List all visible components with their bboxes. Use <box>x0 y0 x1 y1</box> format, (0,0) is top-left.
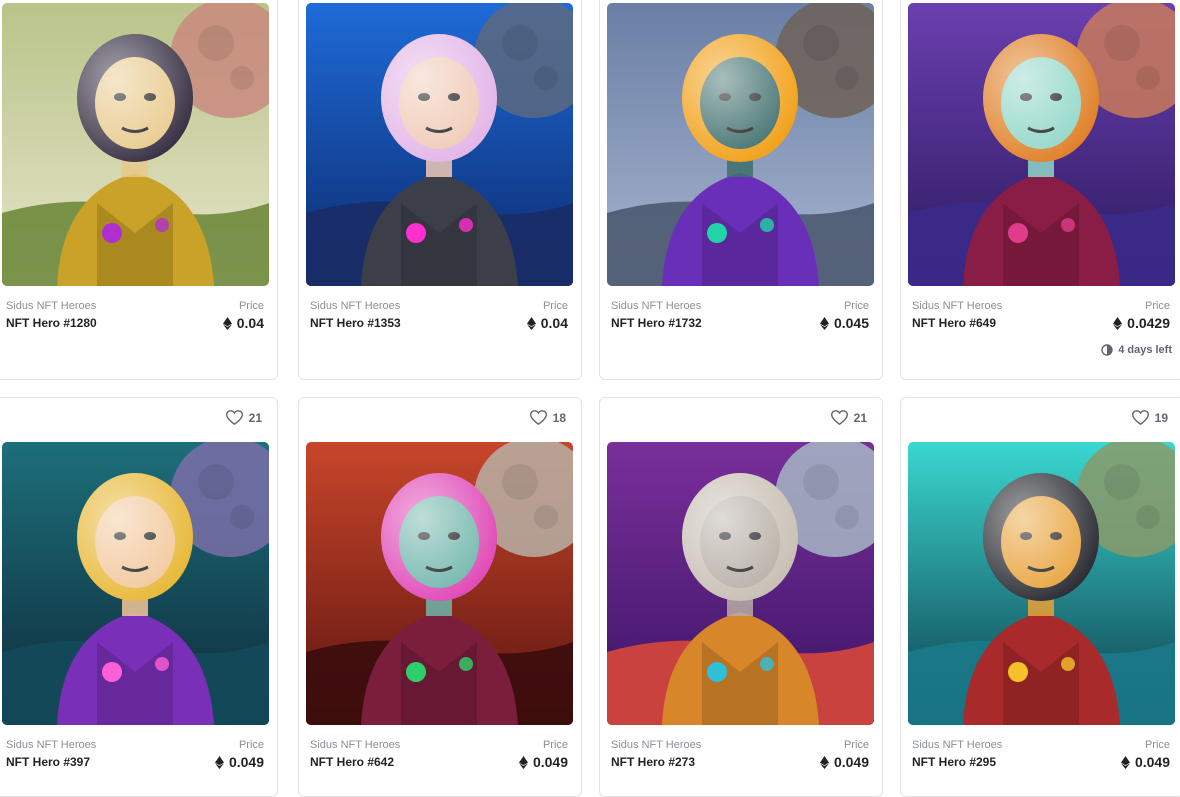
nft-card[interactable]: 18 Sidus NFT Heroes NFT Hero #642 Price … <box>298 397 582 797</box>
price-value: 0.049 <box>1120 754 1170 770</box>
price-amount: 0.049 <box>833 754 869 770</box>
price-amount: 0.04 <box>540 315 568 331</box>
collection-name: Sidus NFT Heroes <box>6 300 97 312</box>
nft-artwork[interactable] <box>2 3 269 286</box>
nft-name[interactable]: NFT Hero #295 <box>912 755 996 769</box>
nft-card[interactable]: Sidus NFT Heroes NFT Hero #1353 Price 0.… <box>298 0 582 380</box>
like-button[interactable]: 21 <box>225 410 262 425</box>
clock-icon <box>1101 344 1113 356</box>
like-button[interactable]: 21 <box>830 410 867 425</box>
ethereum-icon <box>526 316 536 330</box>
ethereum-icon <box>819 755 829 769</box>
collection-name: Sidus NFT Heroes <box>6 739 97 751</box>
nft-artwork[interactable] <box>908 442 1175 725</box>
nft-name[interactable]: NFT Hero #1732 <box>611 316 702 330</box>
nft-card[interactable]: Sidus NFT Heroes NFT Hero #1280 Price 0.… <box>0 0 278 380</box>
nft-name[interactable]: NFT Hero #649 <box>912 316 996 330</box>
price-value: 0.049 <box>214 754 264 770</box>
nft-card-meta: Sidus NFT Heroes NFT Hero #1353 Price 0.… <box>299 300 581 340</box>
price-label: Price <box>542 739 568 751</box>
price-amount: 0.04 <box>236 315 264 331</box>
price-amount: 0.049 <box>1134 754 1170 770</box>
nft-name[interactable]: NFT Hero #273 <box>611 755 695 769</box>
like-count: 19 <box>1154 410 1168 425</box>
auction-time-left: 4 days left <box>1101 344 1172 356</box>
price-value: 0.049 <box>518 754 568 770</box>
collection-name: Sidus NFT Heroes <box>912 739 1003 751</box>
nft-card[interactable]: 19 Sidus NFT Heroes NFT Hero #295 Price … <box>900 397 1180 797</box>
collection-name: Sidus NFT Heroes <box>310 300 401 312</box>
like-count: 21 <box>248 410 262 425</box>
heart-icon <box>1131 410 1149 425</box>
nft-card[interactable]: Sidus NFT Heroes NFT Hero #1732 Price 0.… <box>599 0 883 380</box>
nft-artwork[interactable] <box>306 3 573 286</box>
heart-icon <box>225 410 243 425</box>
nft-artwork[interactable] <box>2 442 269 725</box>
price-value: 0.04 <box>222 315 264 331</box>
price-value: 0.04 <box>526 315 568 331</box>
price-amount: 0.0429 <box>1127 315 1170 331</box>
ethereum-icon <box>1120 755 1130 769</box>
nft-artwork[interactable] <box>306 442 573 725</box>
ethereum-icon <box>1113 316 1123 330</box>
nft-name[interactable]: NFT Hero #642 <box>310 755 394 769</box>
nft-card-meta: Sidus NFT Heroes NFT Hero #273 Price 0.0… <box>600 739 882 779</box>
ethereum-icon <box>518 755 528 769</box>
nft-artwork[interactable] <box>908 3 1175 286</box>
price-label: Price <box>238 739 264 751</box>
price-label: Price <box>843 300 869 312</box>
like-count: 18 <box>552 410 566 425</box>
price-label: Price <box>1144 739 1170 751</box>
price-value: 0.045 <box>819 315 869 331</box>
nft-name[interactable]: NFT Hero #1353 <box>310 316 401 330</box>
nft-card-meta: Sidus NFT Heroes NFT Hero #642 Price 0.0… <box>299 739 581 779</box>
price-label: Price <box>542 300 568 312</box>
price-label: Price <box>1144 300 1170 312</box>
price-value: 0.0429 <box>1113 315 1170 331</box>
collection-name: Sidus NFT Heroes <box>310 739 401 751</box>
heart-icon <box>529 410 547 425</box>
nft-card-meta: Sidus NFT Heroes NFT Hero #1732 Price 0.… <box>600 300 882 340</box>
nft-card[interactable]: 21 Sidus NFT Hero <box>0 397 278 797</box>
nft-card-meta: Sidus NFT Heroes NFT Hero #649 Price 0.0… <box>901 300 1180 340</box>
nft-card-meta: Sidus NFT Heroes NFT Hero #295 Price 0.0… <box>901 739 1180 779</box>
price-label: Price <box>238 300 264 312</box>
nft-card-meta: Sidus NFT Heroes NFT Hero #1280 Price 0.… <box>0 300 277 340</box>
time-left-label: 4 days left <box>1118 344 1172 356</box>
ethereum-icon <box>222 316 232 330</box>
ethereum-icon <box>819 316 829 330</box>
nft-artwork[interactable] <box>607 3 874 286</box>
price-amount: 0.045 <box>833 315 869 331</box>
price-amount: 0.049 <box>228 754 264 770</box>
nft-card[interactable]: Sidus NFT Heroes NFT Hero #649 Price 0.0… <box>900 0 1180 380</box>
nft-card-meta: Sidus NFT Heroes NFT Hero #397 Price 0.0… <box>0 739 277 779</box>
collection-name: Sidus NFT Heroes <box>611 300 702 312</box>
ethereum-icon <box>214 755 224 769</box>
price-label: Price <box>843 739 869 751</box>
nft-name[interactable]: NFT Hero #397 <box>6 755 90 769</box>
like-button[interactable]: 19 <box>1131 410 1168 425</box>
like-button[interactable]: 18 <box>529 410 566 425</box>
nft-name[interactable]: NFT Hero #1280 <box>6 316 97 330</box>
collection-name: Sidus NFT Heroes <box>611 739 702 751</box>
nft-artwork[interactable] <box>607 442 874 725</box>
nft-card[interactable]: 21 Sidus NFT Hero <box>599 397 883 797</box>
price-value: 0.049 <box>819 754 869 770</box>
heart-icon <box>830 410 848 425</box>
like-count: 21 <box>853 410 867 425</box>
price-amount: 0.049 <box>532 754 568 770</box>
collection-name: Sidus NFT Heroes <box>912 300 1003 312</box>
